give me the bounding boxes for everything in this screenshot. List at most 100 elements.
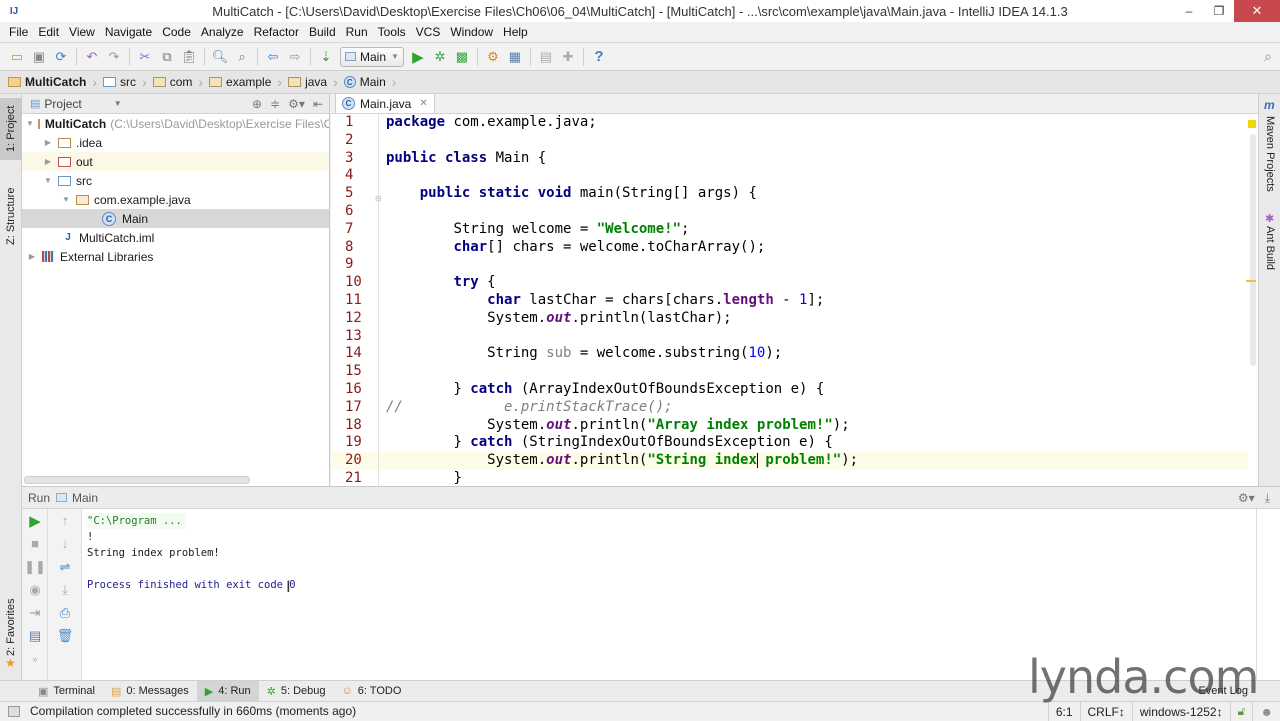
redo-icon[interactable]: ↷ [103, 46, 125, 68]
project-structure-icon[interactable]: ⚙ [482, 46, 504, 68]
menu-refactor[interactable]: Refactor [249, 25, 304, 39]
sync-icon[interactable]: ⟳ [50, 46, 72, 68]
hector-inspector-icon[interactable]: ☻ [1252, 702, 1280, 721]
expanded-arrow-icon[interactable]: ▼ [26, 119, 34, 128]
tool-tab-ant-build[interactable]: Ant Build [1259, 226, 1280, 286]
dump-threads-icon[interactable]: ◉ [22, 578, 48, 601]
breadcrumb-java[interactable]: java [288, 75, 333, 89]
menu-tools[interactable]: Tools [373, 25, 411, 39]
down-stack-icon[interactable]: ↓ [48, 532, 82, 555]
forward-icon[interactable]: ⇨ [284, 46, 306, 68]
tree-item-src[interactable]: ▼ src [22, 171, 329, 190]
sdk-manager-icon[interactable]: ▦ [504, 46, 526, 68]
scroll-to-end-icon[interactable]: ⤓ [48, 578, 82, 601]
run-config-tab[interactable]: Main [72, 491, 98, 505]
lock-icon[interactable]: 🔓︎ [1229, 702, 1253, 721]
maximize-button[interactable]: ❐ [1204, 0, 1234, 22]
menu-view[interactable]: View [64, 25, 100, 39]
search-everywhere-icon[interactable]: ⌕ [1264, 48, 1272, 65]
breadcrumb-multicatch[interactable]: MultiCatch [8, 75, 92, 89]
find-icon[interactable]: 🔍︎ [209, 46, 231, 68]
debug-icon[interactable]: ✲ [429, 46, 451, 68]
collapse-all-icon[interactable]: ≑ [270, 97, 280, 111]
console-output[interactable]: "C:\Program ... ! String index problem! … [83, 509, 1256, 680]
menu-navigate[interactable]: Navigate [100, 25, 157, 39]
pause-icon[interactable]: ❚❚ [22, 555, 48, 578]
tree-item-idea[interactable]: ▶ .idea [22, 133, 329, 152]
hide-panel-icon[interactable]: ⤓ [1265, 491, 1270, 506]
event-log-button[interactable]: Event Log [1198, 685, 1248, 697]
collapsed-arrow-icon[interactable]: ▶ [42, 138, 54, 147]
android-device-icon[interactable]: ✚ [557, 46, 579, 68]
paste-icon[interactable]: 📋︎ [178, 46, 200, 68]
tool-tab-run[interactable]: ▶ 4: Run [196, 680, 259, 702]
run-config-dropdown[interactable]: Main ▼ [340, 46, 404, 67]
help-icon[interactable]: ? [588, 46, 610, 68]
tab-main-java[interactable]: C Main.java ✕ [335, 93, 435, 113]
stop-icon[interactable]: ■ [22, 532, 48, 555]
inspection-status-icon[interactable] [1248, 120, 1256, 128]
menu-analyze[interactable]: Analyze [196, 25, 249, 39]
menu-help[interactable]: Help [498, 25, 533, 39]
replace-icon[interactable]: ⌕ [231, 46, 253, 68]
collapsed-arrow-icon[interactable]: ▶ [42, 157, 54, 166]
tree-item-main[interactable]: C Main [22, 209, 329, 228]
expanded-arrow-icon[interactable]: ▼ [60, 195, 72, 204]
horizontal-scrollbar[interactable] [24, 476, 250, 484]
tool-tab-debug[interactable]: ✲ 5: Debug [259, 681, 334, 702]
copy-icon[interactable]: ⧉ [156, 46, 178, 68]
tool-tab-messages[interactable]: ▤ 0: Messages [103, 681, 197, 702]
close-tab-icon[interactable]: ✕ [419, 98, 427, 109]
breadcrumb-com[interactable]: com [152, 75, 199, 89]
tree-item-iml[interactable]: J MultiCatch.iml [22, 228, 329, 247]
menu-edit[interactable]: Edit [33, 25, 64, 39]
cut-icon[interactable]: ✂ [134, 46, 156, 68]
tool-tab-terminal[interactable]: ▣ Terminal [30, 681, 103, 702]
more-icon[interactable]: » [22, 647, 48, 670]
tool-windows-toggle-icon[interactable] [8, 705, 20, 717]
make-project-icon[interactable]: ⇣ [315, 46, 337, 68]
tree-item-out[interactable]: ▶ out [22, 152, 329, 171]
tool-tab-favorites[interactable]: 2: Favorites [0, 594, 22, 660]
collapsed-arrow-icon[interactable]: ▶ [26, 252, 38, 261]
tree-item-external-libraries[interactable]: ▶ External Libraries [22, 247, 329, 266]
chevron-down-icon[interactable]: ▼ [114, 99, 122, 108]
soft-wrap-icon[interactable]: ⇌ [48, 555, 82, 578]
tool-tab-structure[interactable]: Z: Structure [0, 180, 22, 252]
undo-icon[interactable]: ↶ [81, 46, 103, 68]
exit-icon[interactable]: ⇥ [22, 601, 48, 624]
open-icon[interactable]: ▭ [6, 46, 28, 68]
hide-panel-icon[interactable]: ⇤ [313, 97, 323, 111]
caret-position[interactable]: 6:1 [1047, 702, 1080, 721]
menu-run[interactable]: Run [341, 25, 373, 39]
line-separator-selector[interactable]: CRLF↕ [1079, 702, 1132, 721]
tree-item-multicatch[interactable]: ▼ MultiCatch (C:\Users\David\Desktop\Exe… [22, 114, 329, 133]
menu-window[interactable]: Window [445, 25, 498, 39]
menu-build[interactable]: Build [304, 25, 341, 39]
close-button[interactable]: ✕ [1234, 0, 1280, 22]
gear-icon[interactable]: ⚙▾ [288, 97, 305, 111]
tree-item-package[interactable]: ▼ com.example.java [22, 190, 329, 209]
menu-vcs[interactable]: VCS [411, 25, 446, 39]
menu-code[interactable]: Code [157, 25, 196, 39]
print-icon[interactable]: ⎙ [48, 601, 82, 624]
breadcrumb-src[interactable]: src [103, 75, 142, 89]
minimize-button[interactable]: – [1174, 0, 1204, 22]
run-icon[interactable]: ▶ [407, 46, 429, 68]
rerun-icon[interactable]: ▶ [22, 509, 48, 532]
expanded-arrow-icon[interactable]: ▼ [42, 176, 54, 185]
encoding-selector[interactable]: windows-1252↕ [1131, 702, 1230, 721]
breadcrumb-main[interactable]: C Main [343, 75, 392, 89]
android-sdk-icon[interactable]: ▤ [535, 46, 557, 68]
gear-icon[interactable]: ⚙▾ [1238, 491, 1255, 505]
save-icon[interactable]: ▣ [28, 46, 50, 68]
up-stack-icon[interactable]: ↑ [48, 509, 82, 532]
code-text-area[interactable]: package com.example.java; public class M… [380, 114, 1248, 486]
restore-layout-icon[interactable]: ▤ [22, 624, 48, 647]
clear-all-icon[interactable]: 🗑︎ [48, 624, 82, 647]
project-view-selector[interactable]: Project [44, 97, 81, 111]
scroll-from-source-icon[interactable]: ⊕ [252, 97, 262, 111]
coverage-icon[interactable]: ▩ [451, 46, 473, 68]
back-icon[interactable]: ⇦ [262, 46, 284, 68]
tool-tab-project[interactable]: 1: Project [0, 98, 22, 160]
